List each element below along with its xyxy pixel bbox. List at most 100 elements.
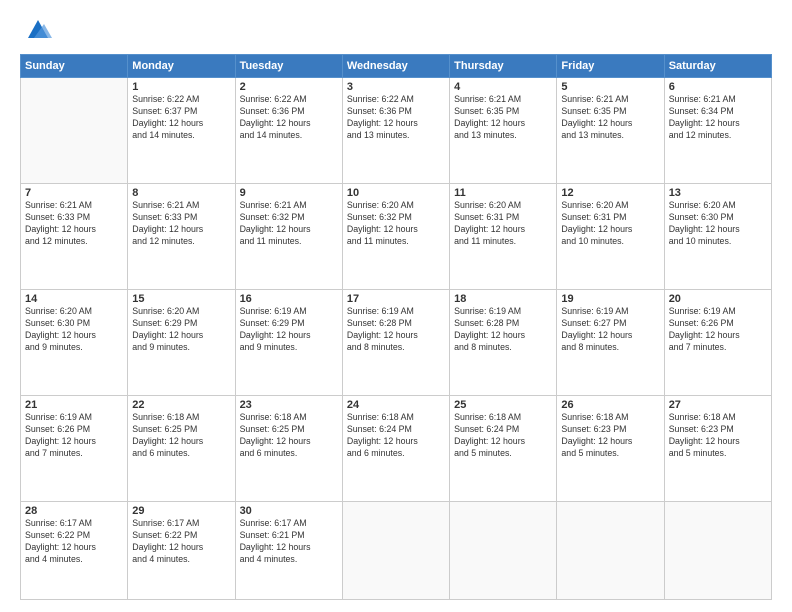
day-header-saturday: Saturday [664, 55, 771, 78]
week-row-4: 28 Sunrise: 6:17 AM Sunset: 6:22 PM Dayli… [21, 502, 772, 600]
day-number: 14 [25, 293, 123, 305]
day-number: 26 [561, 399, 659, 411]
day-number: 11 [454, 187, 552, 199]
day-info: Sunrise: 6:18 AM Sunset: 6:23 PM Dayligh… [669, 412, 767, 460]
day-info: Sunrise: 6:18 AM Sunset: 6:25 PM Dayligh… [132, 412, 230, 460]
day-cell: 25Sunrise: 6:18 AM Sunset: 6:24 PM Dayli… [450, 396, 557, 502]
day-info: Sunrise: 6:19 AM Sunset: 6:27 PM Dayligh… [561, 306, 659, 354]
day-number: 13 [669, 187, 767, 199]
day-number: 23 [240, 399, 338, 411]
day-cell: 5Sunrise: 6:21 AM Sunset: 6:35 PM Daylig… [557, 78, 664, 184]
day-cell: 19Sunrise: 6:19 AM Sunset: 6:27 PM Dayli… [557, 290, 664, 396]
day-info: Sunrise: 6:19 AM Sunset: 6:28 PM Dayligh… [347, 306, 445, 354]
day-info: Sunrise: 6:18 AM Sunset: 6:25 PM Dayligh… [240, 412, 338, 460]
day-number: 25 [454, 399, 552, 411]
day-info: Sunrise: 6:22 AM Sunset: 6:37 PM Dayligh… [132, 94, 230, 142]
day-info: Sunrise: 6:17 AM Sunset: 6:22 PM Dayligh… [132, 518, 230, 566]
day-number: 27 [669, 399, 767, 411]
day-header-monday: Monday [128, 55, 235, 78]
day-info: Sunrise: 6:20 AM Sunset: 6:31 PM Dayligh… [561, 200, 659, 248]
day-info: Sunrise: 6:21 AM Sunset: 6:33 PM Dayligh… [25, 200, 123, 248]
day-number: 29 [132, 505, 230, 517]
day-cell: 18Sunrise: 6:19 AM Sunset: 6:28 PM Dayli… [450, 290, 557, 396]
day-number: 16 [240, 293, 338, 305]
day-number: 4 [454, 81, 552, 93]
day-cell: 30Sunrise: 6:17 AM Sunset: 6:21 PM Dayli… [235, 502, 342, 600]
day-cell: 22Sunrise: 6:18 AM Sunset: 6:25 PM Dayli… [128, 396, 235, 502]
day-cell: 21Sunrise: 6:19 AM Sunset: 6:26 PM Dayli… [21, 396, 128, 502]
day-cell: 9Sunrise: 6:21 AM Sunset: 6:32 PM Daylig… [235, 184, 342, 290]
day-cell: 23Sunrise: 6:18 AM Sunset: 6:25 PM Dayli… [235, 396, 342, 502]
day-info: Sunrise: 6:20 AM Sunset: 6:31 PM Dayligh… [454, 200, 552, 248]
day-info: Sunrise: 6:20 AM Sunset: 6:29 PM Dayligh… [132, 306, 230, 354]
day-info: Sunrise: 6:18 AM Sunset: 6:24 PM Dayligh… [454, 412, 552, 460]
day-number: 10 [347, 187, 445, 199]
day-cell [450, 502, 557, 600]
day-cell: 12Sunrise: 6:20 AM Sunset: 6:31 PM Dayli… [557, 184, 664, 290]
day-number: 21 [25, 399, 123, 411]
day-info: Sunrise: 6:22 AM Sunset: 6:36 PM Dayligh… [347, 94, 445, 142]
day-cell: 24Sunrise: 6:18 AM Sunset: 6:24 PM Dayli… [342, 396, 449, 502]
day-header-wednesday: Wednesday [342, 55, 449, 78]
day-cell: 15Sunrise: 6:20 AM Sunset: 6:29 PM Dayli… [128, 290, 235, 396]
day-number: 18 [454, 293, 552, 305]
day-info: Sunrise: 6:19 AM Sunset: 6:26 PM Dayligh… [25, 412, 123, 460]
day-info: Sunrise: 6:17 AM Sunset: 6:21 PM Dayligh… [240, 518, 338, 566]
calendar-body: 1Sunrise: 6:22 AM Sunset: 6:37 PM Daylig… [21, 78, 772, 600]
day-info: Sunrise: 6:19 AM Sunset: 6:26 PM Dayligh… [669, 306, 767, 354]
day-cell: 10Sunrise: 6:20 AM Sunset: 6:32 PM Dayli… [342, 184, 449, 290]
day-cell: 4Sunrise: 6:21 AM Sunset: 6:35 PM Daylig… [450, 78, 557, 184]
day-info: Sunrise: 6:20 AM Sunset: 6:30 PM Dayligh… [669, 200, 767, 248]
day-number: 20 [669, 293, 767, 305]
day-cell: 8Sunrise: 6:21 AM Sunset: 6:33 PM Daylig… [128, 184, 235, 290]
day-cell: 14Sunrise: 6:20 AM Sunset: 6:30 PM Dayli… [21, 290, 128, 396]
week-row-1: 7Sunrise: 6:21 AM Sunset: 6:33 PM Daylig… [21, 184, 772, 290]
day-header-thursday: Thursday [450, 55, 557, 78]
day-number: 28 [25, 505, 123, 517]
day-number: 19 [561, 293, 659, 305]
day-info: Sunrise: 6:18 AM Sunset: 6:23 PM Dayligh… [561, 412, 659, 460]
day-cell: 29Sunrise: 6:17 AM Sunset: 6:22 PM Dayli… [128, 502, 235, 600]
week-row-2: 14Sunrise: 6:20 AM Sunset: 6:30 PM Dayli… [21, 290, 772, 396]
day-number: 30 [240, 505, 338, 517]
day-cell [21, 78, 128, 184]
day-number: 7 [25, 187, 123, 199]
day-cell: 6Sunrise: 6:21 AM Sunset: 6:34 PM Daylig… [664, 78, 771, 184]
day-cell: 28Sunrise: 6:17 AM Sunset: 6:22 PM Dayli… [21, 502, 128, 600]
day-cell: 20Sunrise: 6:19 AM Sunset: 6:26 PM Dayli… [664, 290, 771, 396]
day-cell [557, 502, 664, 600]
day-number: 6 [669, 81, 767, 93]
page: SundayMondayTuesdayWednesdayThursdayFrid… [0, 0, 792, 612]
day-info: Sunrise: 6:18 AM Sunset: 6:24 PM Dayligh… [347, 412, 445, 460]
day-info: Sunrise: 6:21 AM Sunset: 6:32 PM Dayligh… [240, 200, 338, 248]
day-info: Sunrise: 6:21 AM Sunset: 6:35 PM Dayligh… [561, 94, 659, 142]
day-cell: 27Sunrise: 6:18 AM Sunset: 6:23 PM Dayli… [664, 396, 771, 502]
logo [20, 16, 52, 44]
day-number: 5 [561, 81, 659, 93]
day-number: 17 [347, 293, 445, 305]
day-cell: 26Sunrise: 6:18 AM Sunset: 6:23 PM Dayli… [557, 396, 664, 502]
day-cell: 16Sunrise: 6:19 AM Sunset: 6:29 PM Dayli… [235, 290, 342, 396]
day-number: 24 [347, 399, 445, 411]
day-number: 22 [132, 399, 230, 411]
day-number: 9 [240, 187, 338, 199]
day-info: Sunrise: 6:21 AM Sunset: 6:33 PM Dayligh… [132, 200, 230, 248]
day-info: Sunrise: 6:20 AM Sunset: 6:30 PM Dayligh… [25, 306, 123, 354]
calendar-table: SundayMondayTuesdayWednesdayThursdayFrid… [20, 54, 772, 600]
day-info: Sunrise: 6:19 AM Sunset: 6:28 PM Dayligh… [454, 306, 552, 354]
header [20, 16, 772, 44]
day-cell: 7Sunrise: 6:21 AM Sunset: 6:33 PM Daylig… [21, 184, 128, 290]
day-info: Sunrise: 6:20 AM Sunset: 6:32 PM Dayligh… [347, 200, 445, 248]
day-cell: 17Sunrise: 6:19 AM Sunset: 6:28 PM Dayli… [342, 290, 449, 396]
day-number: 3 [347, 81, 445, 93]
day-cell: 3Sunrise: 6:22 AM Sunset: 6:36 PM Daylig… [342, 78, 449, 184]
day-cell: 1Sunrise: 6:22 AM Sunset: 6:37 PM Daylig… [128, 78, 235, 184]
day-info: Sunrise: 6:22 AM Sunset: 6:36 PM Dayligh… [240, 94, 338, 142]
day-cell: 2Sunrise: 6:22 AM Sunset: 6:36 PM Daylig… [235, 78, 342, 184]
day-number: 12 [561, 187, 659, 199]
day-number: 8 [132, 187, 230, 199]
calendar-header: SundayMondayTuesdayWednesdayThursdayFrid… [21, 55, 772, 78]
day-number: 2 [240, 81, 338, 93]
day-cell: 11Sunrise: 6:20 AM Sunset: 6:31 PM Dayli… [450, 184, 557, 290]
day-info: Sunrise: 6:21 AM Sunset: 6:34 PM Dayligh… [669, 94, 767, 142]
